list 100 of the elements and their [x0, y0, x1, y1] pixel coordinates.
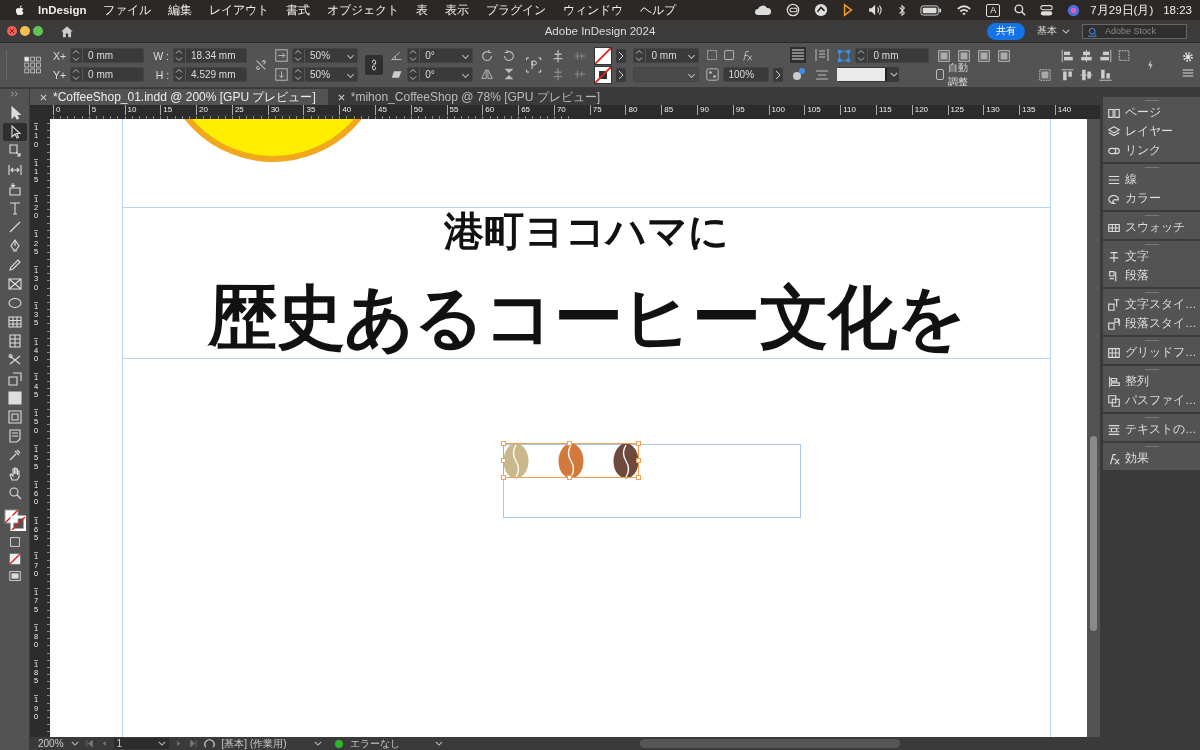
spinner-icon[interactable]: [408, 68, 421, 81]
document-tab[interactable]: *mihon_CoffeeShop @ 78% [GPU プレビュー]: [327, 89, 613, 105]
chevron-right-icon[interactable]: [616, 48, 627, 63]
search-field[interactable]: Adobe Stock: [1082, 23, 1187, 39]
width-field[interactable]: 18.34 mm: [173, 48, 248, 63]
frame-handles-icon[interactable]: [837, 48, 852, 63]
menu-item[interactable]: プラグイン: [485, 2, 546, 18]
settings-icon[interactable]: [1182, 51, 1194, 63]
scrollbar-thumb[interactable]: [1090, 436, 1097, 631]
frame-offset-field[interactable]: 0 mm: [855, 48, 930, 63]
menu-item[interactable]: レイアウト: [208, 2, 269, 18]
reference-point-icon[interactable]: [23, 55, 42, 75]
menu-item[interactable]: 表: [415, 2, 428, 18]
search-icon[interactable]: [1014, 4, 1027, 16]
menu-item[interactable]: ウィンドウ: [562, 2, 623, 18]
text-wrap-icon[interactable]: [790, 67, 807, 83]
document-tab[interactable]: *CoffeeShop_01.indd @ 200% [GPU プレビュー]: [30, 89, 328, 105]
stroke-style-dropdown[interactable]: [837, 67, 900, 82]
fitting-icon[interactable]: [936, 48, 953, 63]
no-fill-swatch-icon[interactable]: [594, 46, 613, 65]
creative-cloud-icon[interactable]: [786, 3, 801, 17]
speaker-icon[interactable]: [868, 4, 885, 16]
align-bottom-icon[interactable]: [1098, 67, 1114, 82]
caret-icon[interactable]: [70, 741, 79, 746]
siri-icon[interactable]: [1067, 3, 1081, 17]
menu-icon[interactable]: [1182, 67, 1194, 79]
panel-item[interactable]: レイヤー: [1103, 122, 1200, 141]
rotation-dropdown[interactable]: 0°: [407, 48, 474, 63]
wifi-icon[interactable]: [956, 4, 973, 16]
panel-item[interactable]: ページ: [1103, 103, 1200, 122]
play-icon[interactable]: [842, 3, 855, 17]
rotate-counterclockwise-icon[interactable]: [502, 49, 517, 63]
close-button[interactable]: [7, 26, 17, 36]
opacity-field[interactable]: 100%: [723, 67, 770, 82]
spinner-icon[interactable]: [71, 68, 84, 81]
close-icon[interactable]: [40, 93, 47, 101]
minimize-button[interactable]: [20, 26, 30, 36]
menu-item[interactable]: 書式: [285, 2, 310, 18]
chevron-right-icon[interactable]: [773, 67, 784, 82]
panel-item[interactable]: 整列: [1103, 372, 1200, 391]
chevron-right-icon[interactable]: [616, 67, 627, 82]
justify-icon[interactable]: [790, 47, 807, 63]
height-field[interactable]: 4.529 mm: [173, 67, 248, 82]
menu-item[interactable]: ヘルプ: [639, 2, 676, 18]
menu-item[interactable]: ファイル: [102, 2, 151, 18]
menu-item[interactable]: オブジェクト: [326, 2, 399, 18]
bracket-frame-icon[interactable]: [525, 55, 543, 75]
auto-fit-checkbox[interactable]: [936, 69, 945, 80]
scrollbar-thumb[interactable]: [639, 739, 900, 748]
fitting-icon[interactable]: [1037, 67, 1054, 82]
flip-horizontal-icon[interactable]: [480, 67, 495, 81]
chain-link-icon[interactable]: [365, 55, 384, 75]
caret-icon[interactable]: [434, 741, 443, 746]
menu-item[interactable]: 編集: [167, 2, 192, 18]
scale-y-dropdown[interactable]: 50%: [292, 67, 359, 82]
zoom-dropdown[interactable]: 200%: [38, 738, 64, 749]
apple-logo-icon[interactable]: [14, 3, 26, 17]
spinner-icon[interactable]: [71, 49, 84, 62]
align-left-icon[interactable]: [1060, 48, 1076, 63]
close-icon[interactable]: [337, 93, 345, 101]
x-position-field[interactable]: 0 mm: [70, 48, 145, 63]
spinner-icon[interactable]: [174, 49, 187, 62]
page-number-field[interactable]: 1: [113, 738, 169, 749]
align-center-icon[interactable]: [1079, 48, 1095, 63]
panel-item[interactable]: カラー: [1103, 189, 1200, 208]
panel-item[interactable]: 文字スタイ…: [1103, 295, 1200, 314]
panel-item[interactable]: 段落: [1103, 266, 1200, 285]
home-icon[interactable]: [60, 24, 74, 38]
spinner-icon[interactable]: [293, 49, 306, 62]
workspace-dropdown[interactable]: 基本: [1033, 24, 1074, 38]
panel-item[interactable]: リンク: [1103, 141, 1200, 160]
align-middle-icon[interactable]: [1079, 67, 1095, 82]
spinner-icon[interactable]: [634, 49, 647, 62]
shadow-box-icon[interactable]: [723, 49, 737, 62]
stroke-weight-dropdown[interactable]: 0 mm: [633, 48, 700, 63]
previous-page-icon[interactable]: [100, 740, 107, 747]
selection-bounding-box[interactable]: [503, 443, 639, 478]
last-page-icon[interactable]: [188, 740, 197, 747]
panel-item[interactable]: 線: [1103, 170, 1200, 189]
spinner-icon[interactable]: [293, 68, 306, 81]
y-position-field[interactable]: 0 mm: [70, 67, 145, 82]
shear-dropdown[interactable]: 0°: [407, 67, 474, 82]
panel-item[interactable]: パスファイ…: [1103, 391, 1200, 410]
spinner-icon[interactable]: [203, 738, 215, 749]
control-center-icon[interactable]: [1040, 3, 1054, 17]
preflight-status[interactable]: エラーなし: [349, 736, 428, 750]
first-page-icon[interactable]: [85, 740, 94, 747]
share-button[interactable]: 共有: [987, 22, 1025, 40]
zoom-button[interactable]: [33, 26, 43, 36]
fitting-icon[interactable]: [956, 48, 973, 63]
fitting-icon[interactable]: [996, 48, 1013, 63]
caret-icon[interactable]: [313, 741, 322, 746]
spinner-icon[interactable]: [408, 49, 421, 62]
menu-item[interactable]: 表示: [444, 2, 469, 18]
rotate-clockwise-icon[interactable]: [480, 49, 495, 63]
corner-frame-icon[interactable]: [706, 49, 720, 62]
fitting-icon[interactable]: [976, 48, 993, 63]
next-page-icon[interactable]: [175, 740, 182, 747]
selection-frame-icon[interactable]: [1117, 48, 1133, 63]
bluetooth-icon[interactable]: [898, 3, 907, 17]
